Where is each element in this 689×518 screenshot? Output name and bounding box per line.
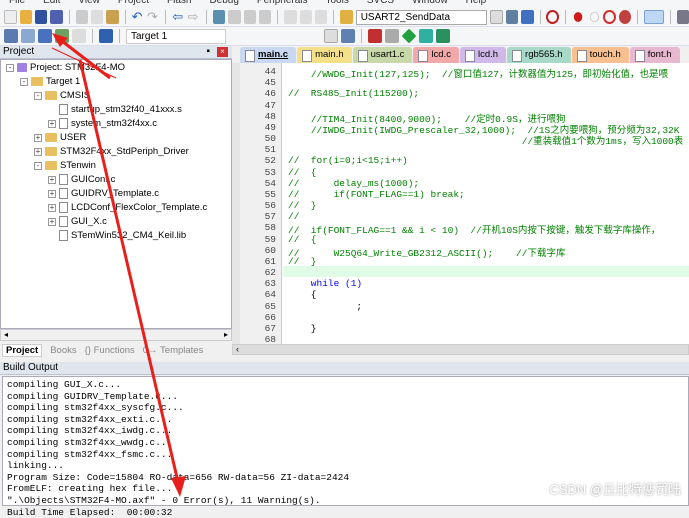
annotation-arrowhead-down: [171, 476, 186, 497]
annotation-arrow-down: [78, 59, 180, 483]
annotation-arrows: [51, 33, 186, 497]
build-output-line: Build Time Elapsed: 00:00:32: [7, 506, 173, 518]
